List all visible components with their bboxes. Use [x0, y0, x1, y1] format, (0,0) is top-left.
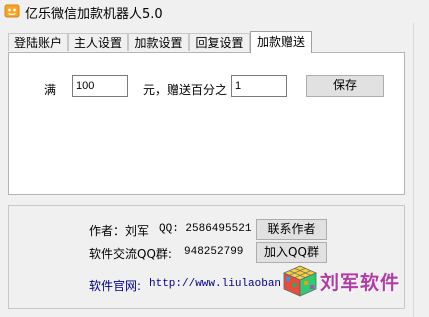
rubiks-cube-icon — [282, 264, 318, 298]
tab-reply-settings[interactable]: 回复设置 — [189, 33, 250, 51]
tab-topup-bonus[interactable]: 加款赠送 — [250, 31, 312, 53]
tab-login-account[interactable]: 登陆账户 — [8, 33, 68, 51]
bonus-percent-label: 元，赠送百分之 — [143, 83, 228, 97]
website-label: 软件官网: — [89, 279, 142, 293]
qq-group-number: 948252799 — [184, 246, 244, 258]
author-qq: QQ: 2586495521 — [159, 223, 252, 235]
bonus-tab-panel: 满 100 元，赠送百分之 1 保存 — [8, 52, 405, 195]
tab-owner-settings[interactable]: 主人设置 — [68, 33, 128, 51]
window-title: 亿乐微信加款机器人5.0 — [25, 7, 163, 22]
save-button[interactable]: 保存 — [306, 75, 384, 97]
tab-topup-settings[interactable]: 加款设置 — [128, 33, 189, 51]
contact-author-button[interactable]: 联系作者 — [256, 219, 327, 240]
title-bar: 亿乐微信加款机器人5.0 — [0, 0, 429, 22]
brand-logo-text: 刘军软件 — [320, 272, 401, 294]
website-link[interactable]: http://www.liulaoban.vi — [149, 278, 301, 290]
qq-group-label: 软件交流QQ群: — [89, 247, 172, 261]
percent-input[interactable]: 1 — [231, 75, 287, 97]
join-qq-group-button[interactable]: 加入QQ群 — [256, 242, 327, 263]
amount-prefix-label: 满 — [44, 83, 57, 97]
window-right-edge — [413, 23, 429, 317]
app-icon — [4, 3, 20, 19]
author-label: 作者：刘军 — [89, 224, 150, 238]
amount-input[interactable]: 100 — [72, 75, 128, 97]
